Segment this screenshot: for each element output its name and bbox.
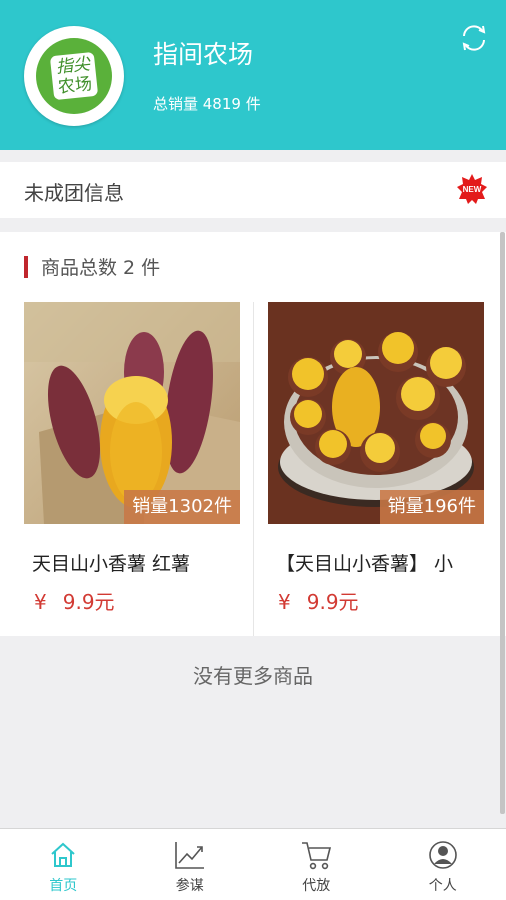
svg-text:NEW: NEW	[463, 185, 482, 194]
sales-count-tag: 销量196件	[379, 490, 484, 524]
shop-header: 指尖 农场 指间农场 总销量 4819 件	[0, 0, 506, 150]
no-more-products-text: 没有更多商品	[193, 664, 313, 688]
nav-label: 个人	[428, 878, 457, 894]
product-price: ¥9.9元	[278, 586, 359, 615]
home-icon	[46, 839, 80, 871]
shop-logo: 指尖 农场	[24, 26, 124, 126]
group-info-label: 未成团信息	[24, 181, 124, 205]
nav-label: 首页	[49, 878, 78, 894]
product-count-title: 商品总数 2 件	[41, 257, 161, 279]
refresh-icon	[462, 25, 486, 51]
card-divider	[253, 302, 254, 636]
scrollbar[interactable]	[500, 232, 505, 814]
shop-logo-inner: 指尖 农场	[36, 38, 112, 114]
cart-icon	[299, 839, 333, 871]
nav-label: 参谋	[175, 878, 204, 894]
currency-symbol: ¥	[34, 590, 47, 614]
product-card[interactable]: 销量196件 【天目山小香薯】 小 ¥9.9元	[268, 302, 484, 614]
product-card[interactable]: 销量1302件 天目山小香薯 红薯 ¥9.9元	[24, 302, 240, 614]
currency-symbol: ¥	[278, 590, 291, 614]
nav-item-consign[interactable]: 代放	[253, 829, 380, 900]
trend-chart-icon	[173, 839, 207, 871]
price-value: 9.9元	[62, 590, 115, 614]
price-value: 9.9元	[306, 590, 359, 614]
nav-label: 代放	[302, 878, 331, 894]
group-info-bar[interactable]: 未成团信息	[0, 162, 506, 218]
nav-item-advisor[interactable]: 参谋	[127, 829, 254, 900]
user-icon	[426, 839, 460, 871]
bottom-navigation: 首页 参谋 代放 个人	[0, 828, 506, 900]
product-title[interactable]: 天目山小香薯 红薯	[32, 549, 238, 576]
logo-text-line2: 农场	[57, 74, 93, 98]
nav-item-profile[interactable]: 个人	[380, 829, 506, 900]
refresh-button[interactable]	[456, 20, 492, 56]
shop-name: 指间农场	[153, 40, 254, 69]
logo-text-box: 指尖 农场	[49, 51, 99, 101]
total-sales: 总销量 4819 件	[153, 95, 261, 113]
nav-item-home[interactable]: 首页	[0, 829, 127, 900]
sales-count-tag: 销量1302件	[124, 490, 240, 524]
product-price: ¥9.9元	[34, 586, 115, 615]
product-title[interactable]: 【天目山小香薯】 小	[276, 549, 482, 576]
section-marker	[24, 256, 28, 278]
new-badge-icon: NEW	[457, 174, 487, 204]
product-image[interactable]: 销量1302件	[24, 302, 240, 524]
product-image[interactable]: 销量196件	[268, 302, 484, 524]
